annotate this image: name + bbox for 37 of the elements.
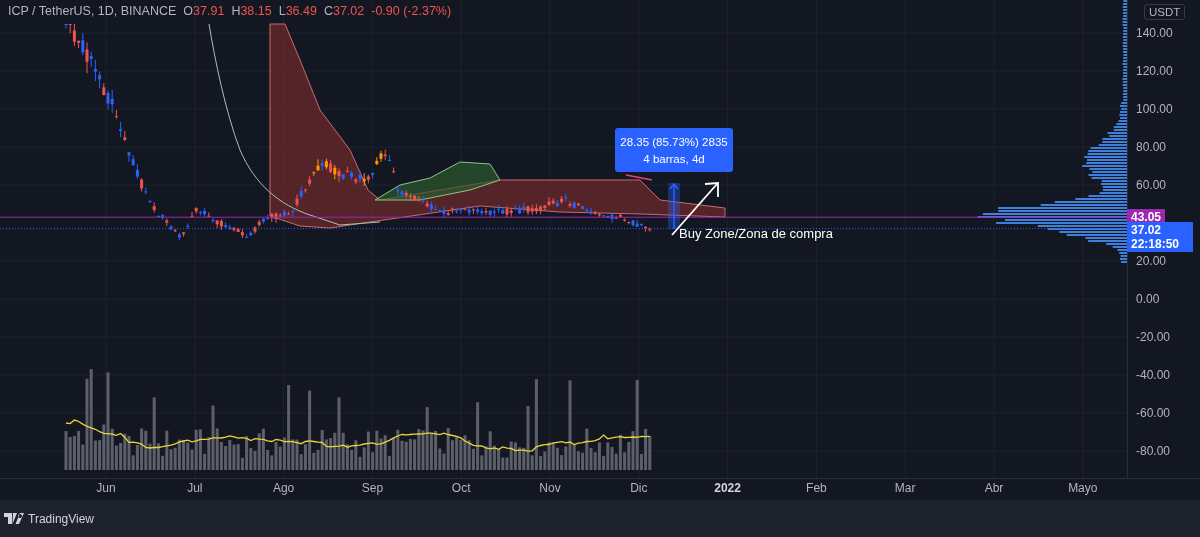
time-label: Mayo [1068, 481, 1098, 495]
price-tick-label: 20.00 [1136, 254, 1167, 268]
price-tick-label: 0.00 [1136, 292, 1160, 306]
price-tick-label: 140.00 [1136, 26, 1173, 40]
time-label: Abr [984, 481, 1004, 495]
measure-text: 4 barras, 4d [643, 152, 705, 165]
price-tick-label: 100.00 [1136, 102, 1173, 116]
annotation-text: Buy Zone/Zona de compra [679, 226, 833, 241]
price-tick-label: -20.00 [1136, 330, 1171, 344]
price-tick-label: -60.00 [1136, 406, 1171, 420]
time-label: Oct [451, 481, 471, 495]
time-label: Sep [361, 481, 384, 495]
price-tick-label: 80.00 [1136, 140, 1167, 154]
countdown-timer: 22:18:50 [1131, 236, 1181, 251]
time-label: Jul [187, 481, 203, 495]
time-label: Dic [630, 481, 648, 495]
ohlc-value: L36.49 [278, 4, 317, 18]
price-tick-label: -40.00 [1136, 368, 1171, 382]
ohlc-value: O37.91 [183, 4, 225, 18]
measure-text: 28.35 (85.73%) 2835 [620, 135, 728, 148]
currency-label[interactable]: USDT [1144, 4, 1186, 20]
symbol-title[interactable]: ICP / TetherUS, 1D, BINANCE [8, 4, 177, 18]
time-label: Jun [96, 481, 116, 495]
brand-name[interactable]: TradingView [28, 511, 95, 526]
time-label: Nov [539, 481, 561, 495]
ohlc-value: H38.15 [231, 4, 272, 18]
marker-price: 37.02 [1131, 222, 1163, 237]
price-tick-label: 60.00 [1136, 178, 1167, 192]
time-label: 2022 [714, 481, 741, 495]
ohlc-value: C37.02 [323, 4, 365, 18]
price-tick-label: 120.00 [1136, 64, 1173, 78]
marker-price: 43.05 [1131, 210, 1162, 225]
price-tick-label: -80.00 [1136, 444, 1171, 458]
change-value: -0.90 (-2.37%) [371, 4, 452, 18]
time-label: Mar [894, 481, 916, 495]
time-label: Feb [806, 481, 827, 495]
time-label: Ago [272, 481, 295, 495]
